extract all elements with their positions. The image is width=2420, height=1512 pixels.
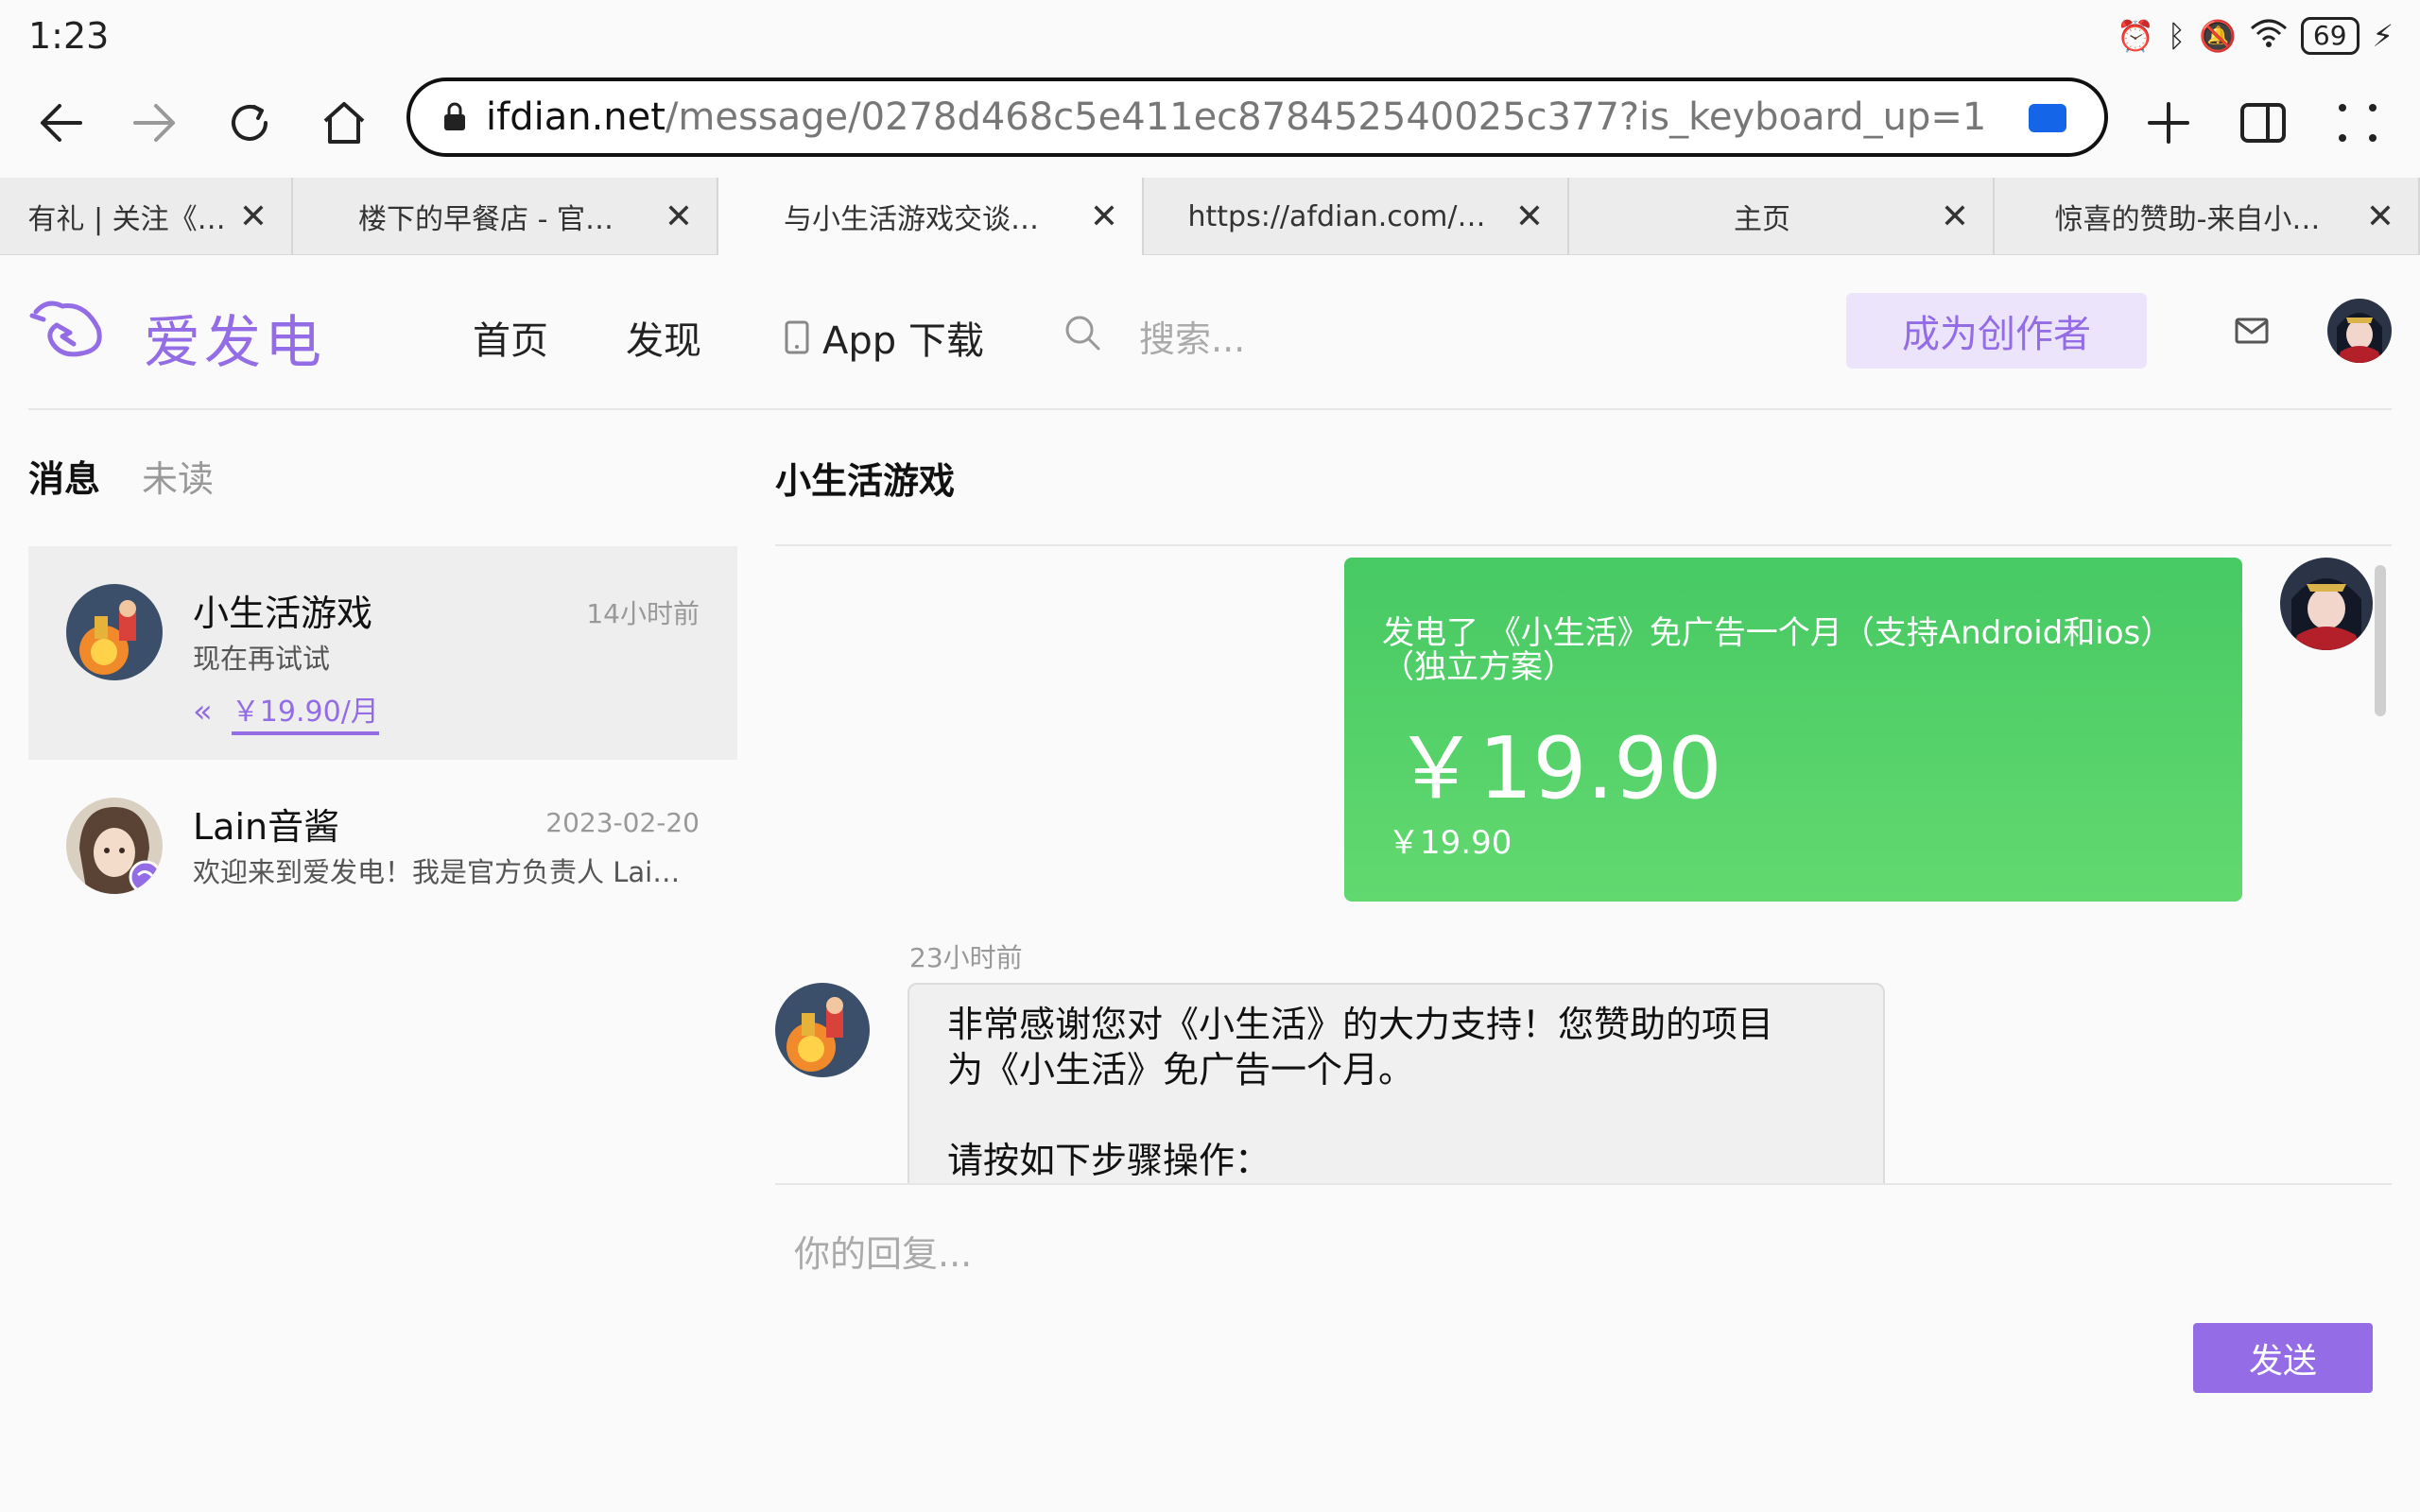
mail-icon[interactable]: [2235, 318, 2269, 344]
message-line: 为《小生活》免广告一个月。: [947, 1049, 1415, 1091]
message-time: 23小时前: [909, 942, 1023, 973]
plus-icon: [2148, 102, 2189, 144]
close-icon[interactable]: ✕: [2361, 198, 2399, 236]
chat-scrollbar[interactable]: [2375, 565, 2386, 716]
mute-icon: 🔕: [2199, 18, 2237, 54]
status-bar: 1:23 ⏰ ᛒ 🔕 69 ⚡: [0, 0, 2420, 76]
lock-icon: [444, 102, 465, 130]
message-line: 非常感谢您对《小生活》的大力支持！您赞助的项目: [947, 1004, 1774, 1045]
arrow-right-icon: [133, 104, 175, 142]
close-icon[interactable]: ✕: [1085, 198, 1123, 236]
chat-title: 小生活游戏: [775, 460, 956, 502]
phone-icon: [785, 320, 809, 354]
status-icons: ⏰ ᛒ 🔕 69 ⚡: [2117, 17, 2394, 55]
tab-title: 惊喜的赞助-来自小…: [2054, 203, 2321, 236]
arrow-left-icon: [41, 104, 82, 142]
tab-2[interactable]: 与小生活游戏交谈… ✕: [718, 178, 1144, 255]
status-time: 1:23: [28, 15, 110, 57]
user-avatar[interactable]: [2327, 299, 2392, 363]
url-host: ifdian.net: [486, 95, 666, 139]
double-chevron-left-icon: «: [193, 693, 213, 730]
tab-messages[interactable]: 消息: [28, 450, 100, 502]
charging-icon: ⚡: [2372, 18, 2394, 54]
browser-toolbar: ifdian.net/message/0278d468c5e411ec87845…: [0, 76, 2420, 178]
logo-icon[interactable]: [28, 295, 108, 365]
menu-button[interactable]: [2320, 85, 2395, 161]
order-link[interactable]: « ￥19.90/月: [193, 688, 379, 735]
nav-app-download[interactable]: App 下载: [785, 310, 984, 365]
avatar: [66, 584, 163, 680]
back-button[interactable]: [23, 85, 98, 161]
close-icon[interactable]: ✕: [234, 198, 272, 236]
send-button[interactable]: 发送: [2193, 1323, 2373, 1393]
order-description: 发电了 《小生活》免广告一个月（支持Android和ios）（独立方案）: [1382, 614, 2173, 686]
order-card[interactable]: 发电了 《小生活》免广告一个月（支持Android和ios）（独立方案） ￥19…: [1344, 558, 2242, 902]
tab-strip: 有礼 | 关注《… ✕ 楼下的早餐店 - 官… ✕ 与小生活游戏交谈… ✕ ht…: [0, 178, 2420, 255]
battery-indicator: 69: [2300, 17, 2360, 55]
message-bubble: 非常感谢您对《小生活》的大力支持！您赞助的项目 为《小生活》免广告一个月。 请按…: [908, 983, 1885, 1183]
conversation-panel: 消息 未读 小生活游戏 14小时前 现在再试试 « ￥19.90/月 Lain音…: [28, 410, 737, 1512]
search-icon[interactable]: [1063, 314, 1101, 352]
reload-icon: [232, 105, 268, 141]
new-tab-button[interactable]: [2131, 85, 2206, 161]
conversation-preview: 欢迎来到爱发电！我是官方负责人 Lai…: [193, 856, 681, 888]
conversation-time: 2023-02-20: [545, 807, 700, 838]
close-icon[interactable]: ✕: [660, 198, 698, 236]
close-icon[interactable]: ✕: [1511, 198, 1548, 236]
conversation-name: Lain音酱: [193, 806, 340, 848]
bluetooth-icon: ᛒ: [2167, 18, 2187, 54]
my-avatar: [2280, 558, 2373, 650]
cast-icon[interactable]: [2029, 104, 2066, 132]
order-price: ￥19.90/月: [231, 688, 379, 735]
alarm-icon: ⏰: [2117, 18, 2154, 54]
conversation-item[interactable]: 小生活游戏 14小时前 现在再试试 « ￥19.90/月: [28, 546, 737, 760]
avatar: [775, 983, 870, 1077]
tab-title: 与小生活游戏交谈…: [784, 203, 1039, 236]
search-input[interactable]: 搜索...: [1139, 310, 1245, 362]
nav-discover[interactable]: 发现: [626, 310, 701, 365]
home-button[interactable]: [306, 85, 382, 161]
conversation-item[interactable]: Lain音酱 2023-02-20 欢迎来到爱发电！我是官方负责人 Lai…: [28, 760, 737, 973]
reply-input[interactable]: [775, 1193, 2392, 1315]
tab-3[interactable]: https://afdian.com/… ✕: [1144, 178, 1569, 255]
nav-app-label: App 下载: [822, 319, 984, 363]
grid-dots-icon: [2339, 104, 2377, 142]
reload-button[interactable]: [212, 85, 287, 161]
nav-home[interactable]: 首页: [473, 310, 548, 365]
url-path: /message/0278d468c5e411ec878452540025c37…: [665, 95, 1987, 139]
order-amount: ￥19.90: [1393, 719, 1722, 818]
logo-text[interactable]: 爱发电: [144, 297, 325, 379]
wifi-icon: [2250, 17, 2288, 55]
tab-title: 楼下的早餐店 - 官…: [358, 203, 614, 236]
conversation-preview: 现在再试试: [193, 643, 331, 675]
tab-5[interactable]: 惊喜的赞助-来自小… ✕: [1995, 178, 2420, 255]
tab-title: 有礼 | 关注《…: [27, 203, 226, 236]
split-view-button[interactable]: [2225, 85, 2301, 161]
order-amount-small: ￥19.90: [1388, 824, 1512, 862]
tab-4[interactable]: 主页 ✕: [1569, 178, 1995, 255]
split-view-icon: [2240, 103, 2286, 143]
message-line: [947, 1092, 1845, 1138]
tab-unread[interactable]: 未读: [142, 450, 214, 502]
close-icon[interactable]: ✕: [1936, 198, 1974, 236]
become-creator-button[interactable]: 成为创作者: [1846, 293, 2147, 369]
tab-1[interactable]: 楼下的早餐店 - 官… ✕: [293, 178, 718, 255]
reply-divider: [775, 1183, 2392, 1185]
tab-0[interactable]: 有礼 | 关注《… ✕: [0, 178, 293, 255]
home-icon: [323, 102, 365, 144]
conversation-time: 14小时前: [586, 598, 700, 629]
site-header: 爱发电 首页 发现 App 下载 搜索... 成为创作者: [0, 255, 2420, 410]
message-line: 请按如下步骤操作：: [947, 1140, 1271, 1181]
forward-button[interactable]: [117, 85, 193, 161]
conversation-name: 小生活游戏: [193, 593, 373, 634]
tab-title: 主页: [1734, 203, 1790, 236]
avatar: [66, 798, 163, 894]
tab-title: https://afdian.com/…: [1187, 199, 1486, 233]
chat-messages[interactable]: 发电了 《小生活》免广告一个月（支持Android和ios）（独立方案） ￥19…: [775, 546, 2392, 1183]
address-bar[interactable]: ifdian.net/message/0278d468c5e411ec87845…: [406, 77, 2108, 157]
